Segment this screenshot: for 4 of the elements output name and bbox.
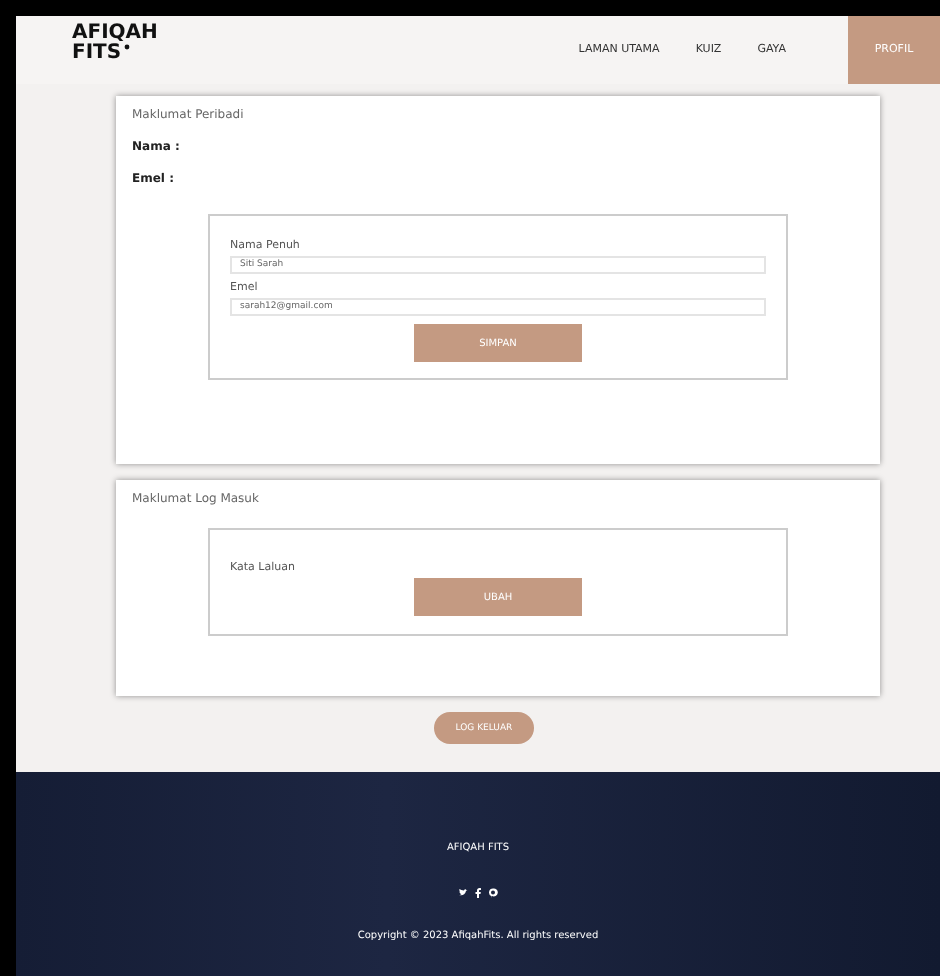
letter-f-icon[interactable] <box>474 888 482 898</box>
bird-icon[interactable] <box>458 888 468 898</box>
logo-text: FITS <box>72 44 122 64</box>
logo-text: AFIQAH <box>72 24 158 44</box>
